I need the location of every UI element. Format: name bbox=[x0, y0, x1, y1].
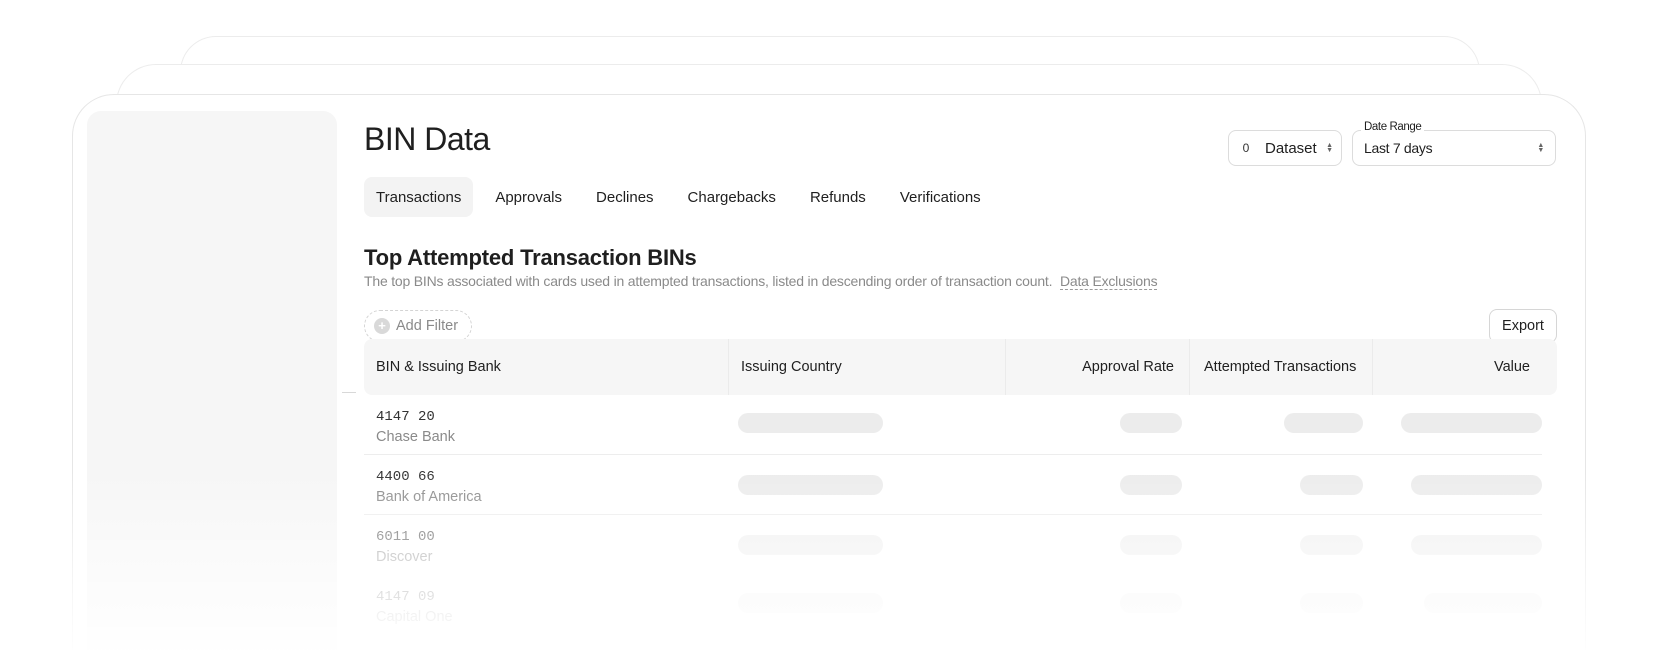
table-row[interactable]: 4400 66 Bank of America bbox=[364, 455, 1557, 515]
tab-transactions[interactable]: Transactions bbox=[364, 177, 474, 217]
table-row[interactable]: 4147 20 Chase Bank bbox=[364, 395, 1557, 455]
issuing-bank: Chase Bank bbox=[376, 429, 455, 445]
tab-approvals[interactable]: Approvals bbox=[483, 177, 574, 217]
date-range-value: Last 7 days bbox=[1364, 140, 1433, 156]
export-button[interactable]: Export bbox=[1489, 309, 1557, 343]
attempted-transactions-skeleton bbox=[1284, 413, 1363, 433]
page-title: BIN Data bbox=[364, 121, 490, 157]
tab-refunds[interactable]: Refunds bbox=[798, 177, 878, 217]
country-skeleton bbox=[738, 475, 883, 495]
bin-number: 4147 09 bbox=[376, 589, 435, 605]
attempted-transactions-skeleton bbox=[1300, 535, 1363, 555]
country-skeleton bbox=[738, 535, 883, 555]
approval-rate-skeleton bbox=[1120, 413, 1182, 433]
date-range-select[interactable]: Date Range Last 7 days ▲ ▼ bbox=[1352, 121, 1556, 166]
approval-rate-skeleton bbox=[1120, 475, 1182, 495]
column-header-approval-rate[interactable]: Approval Rate bbox=[1082, 339, 1174, 395]
table-body: 4147 20 Chase Bank 4400 66 Bank of Ameri… bbox=[364, 395, 1557, 635]
column-header-value[interactable]: Value bbox=[1494, 339, 1530, 395]
dataset-count-badge: 0 bbox=[1242, 141, 1250, 155]
sidebar bbox=[87, 111, 337, 650]
issuing-bank: Capital One bbox=[376, 609, 453, 625]
chevron-up-down-icon: ▲ ▼ bbox=[1326, 142, 1333, 154]
bin-number: 6011 00 bbox=[376, 529, 435, 545]
column-divider bbox=[1372, 339, 1373, 395]
column-header-attempted-transactions[interactable]: Attempted Transactions bbox=[1204, 339, 1356, 395]
row-indicator bbox=[342, 392, 356, 393]
column-divider bbox=[1189, 339, 1190, 395]
value-skeleton bbox=[1401, 413, 1542, 433]
value-skeleton bbox=[1424, 593, 1542, 613]
plus-circle-icon: + bbox=[374, 318, 390, 334]
date-range-label: Date Range bbox=[1361, 121, 1425, 133]
value-skeleton bbox=[1411, 535, 1542, 555]
tab-declines[interactable]: Declines bbox=[584, 177, 666, 217]
main-content: BIN Data 0 Dataset ▲ ▼ Date Range Last 7 … bbox=[342, 95, 1564, 650]
column-header-country[interactable]: Issuing Country bbox=[741, 339, 842, 395]
column-header-bin[interactable]: BIN & Issuing Bank bbox=[376, 339, 501, 395]
add-filter-label: Add Filter bbox=[396, 318, 459, 334]
attempted-transactions-skeleton bbox=[1300, 593, 1363, 613]
dataset-select[interactable]: 0 Dataset ▲ ▼ bbox=[1228, 130, 1342, 166]
section-title: Top Attempted Transaction BINs bbox=[364, 245, 697, 270]
bin-number: 4400 66 bbox=[376, 469, 435, 485]
attempted-transactions-skeleton bbox=[1300, 475, 1363, 495]
table-row[interactable]: 4147 09 Capital One bbox=[364, 575, 1557, 635]
value-skeleton bbox=[1411, 475, 1542, 495]
chevron-up-down-icon: ▲ ▼ bbox=[1537, 142, 1544, 154]
tab-verifications[interactable]: Verifications bbox=[888, 177, 993, 217]
add-filter-button[interactable]: + Add Filter bbox=[364, 310, 472, 342]
app-window: BIN Data 0 Dataset ▲ ▼ Date Range Last 7 … bbox=[72, 94, 1586, 650]
table-row[interactable]: 6011 00 Discover bbox=[364, 515, 1557, 575]
column-divider bbox=[728, 339, 729, 395]
section-description-text: The top BINs associated with cards used … bbox=[364, 273, 1053, 289]
data-exclusions-link[interactable]: Data Exclusions bbox=[1059, 273, 1158, 290]
tab-chargebacks[interactable]: Chargebacks bbox=[676, 177, 788, 217]
country-skeleton bbox=[738, 593, 883, 613]
country-skeleton bbox=[738, 413, 883, 433]
table-header: BIN & Issuing Bank Issuing Country Appro… bbox=[364, 339, 1557, 395]
column-divider bbox=[1005, 339, 1006, 395]
bin-number: 4147 20 bbox=[376, 409, 435, 425]
dataset-label: Dataset bbox=[1265, 139, 1317, 157]
section-description: The top BINs associated with cards used … bbox=[364, 273, 1158, 290]
issuing-bank: Bank of America bbox=[376, 489, 482, 505]
approval-rate-skeleton bbox=[1120, 535, 1182, 555]
tab-bar: Transactions Approvals Declines Chargeba… bbox=[364, 177, 993, 217]
issuing-bank: Discover bbox=[376, 549, 433, 565]
approval-rate-skeleton bbox=[1120, 593, 1182, 613]
